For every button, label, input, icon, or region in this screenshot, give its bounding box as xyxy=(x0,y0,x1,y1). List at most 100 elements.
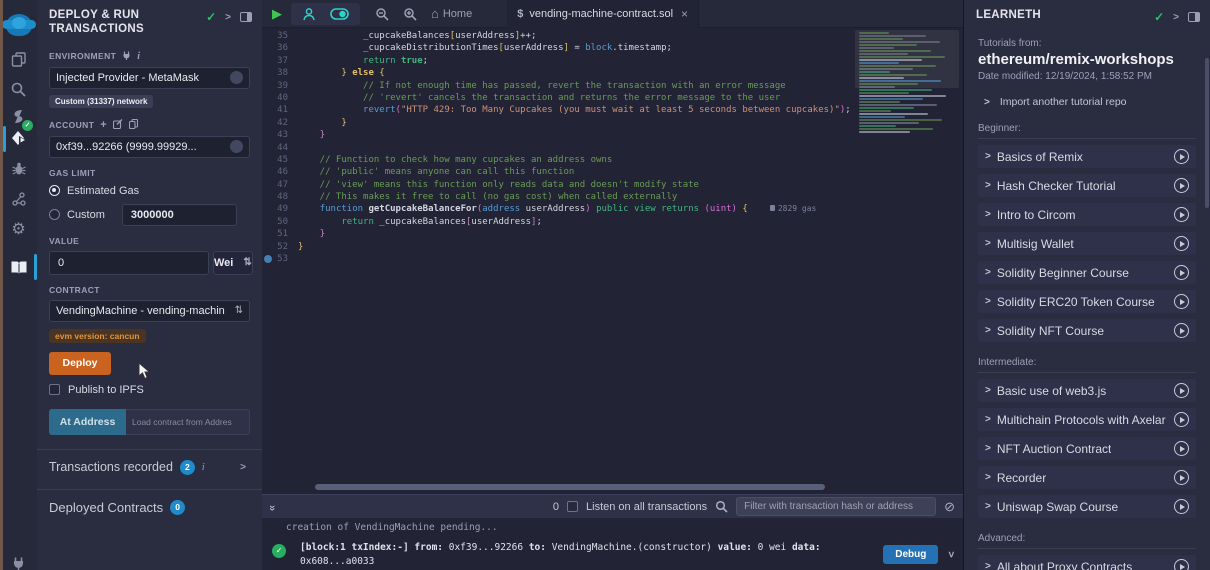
line-number[interactable]: 48 xyxy=(262,191,298,203)
start-tutorial-icon[interactable] xyxy=(1174,383,1189,398)
code-line[interactable]: 49 function getCupcakeBalanceFor(address… xyxy=(262,203,963,215)
expand-chevron-icon[interactable]: > xyxy=(985,561,991,570)
line-number[interactable]: 45 xyxy=(262,154,298,166)
line-number[interactable]: 47 xyxy=(262,179,298,191)
code-line[interactable]: 52} xyxy=(262,241,963,253)
line-number[interactable]: 44 xyxy=(262,142,298,154)
run-script-icon[interactable]: ▶ xyxy=(272,6,282,22)
code-line[interactable]: 46 // 'public' means anyone can call thi… xyxy=(262,166,963,178)
at-address-button[interactable]: At Address xyxy=(49,409,126,435)
line-number[interactable]: 52 xyxy=(262,241,298,253)
start-tutorial-icon[interactable] xyxy=(1174,207,1189,222)
line-number[interactable]: 35 xyxy=(262,30,298,42)
debug-button[interactable]: Debug xyxy=(883,545,938,564)
file-explorer-icon[interactable] xyxy=(0,44,37,74)
tutorial-item[interactable]: >Solidity ERC20 Token Course xyxy=(978,290,1196,313)
code-line[interactable]: 50 return _cupcakeBalances[userAddress]; xyxy=(262,216,963,228)
tutorial-item[interactable]: >Basics of Remix xyxy=(978,145,1196,168)
custom-gas-option[interactable]: Custom xyxy=(49,204,250,226)
line-number[interactable]: 36 xyxy=(262,42,298,54)
start-tutorial-icon[interactable] xyxy=(1174,236,1189,251)
expand-chevron-icon[interactable]: > xyxy=(985,414,991,425)
listen-all-checkbox[interactable] xyxy=(567,501,578,512)
transactions-recorded-row[interactable]: Transactions recorded 2 i > xyxy=(49,460,250,475)
solidity-analyzer-icon[interactable] xyxy=(0,184,37,214)
code-line[interactable]: 44 xyxy=(262,142,963,154)
account-select[interactable]: 0xf39...92266 (9999.99929... xyxy=(49,136,250,158)
sign-message-icon[interactable] xyxy=(113,119,123,131)
deploy-run-icon[interactable] xyxy=(0,124,37,154)
home-icon[interactable]: ⌂Home xyxy=(431,6,472,21)
horizontal-scrollbar[interactable] xyxy=(315,484,825,490)
learneth-scrollbar[interactable] xyxy=(1205,58,1209,208)
start-tutorial-icon[interactable] xyxy=(1174,470,1189,485)
debugger-icon[interactable] xyxy=(0,154,37,184)
line-number[interactable]: 42 xyxy=(262,117,298,129)
learneth-collapse-icon[interactable]: > xyxy=(1173,12,1179,23)
start-tutorial-icon[interactable] xyxy=(1174,323,1189,338)
add-account-icon[interactable]: + xyxy=(100,119,107,131)
zoom-in-icon[interactable] xyxy=(403,7,417,21)
transaction-filter-input[interactable] xyxy=(736,497,936,516)
tutorial-item[interactable]: >Uniswap Swap Course xyxy=(978,495,1196,518)
plugin-manager-icon[interactable] xyxy=(0,548,37,570)
import-tutorial-repo[interactable]: > Import another tutorial repo xyxy=(978,96,1196,108)
clear-console-icon[interactable]: ⊘ xyxy=(944,499,955,515)
tutorial-item[interactable]: >Multisig Wallet xyxy=(978,232,1196,255)
code-line[interactable]: 41 revert("HTTP 429: Too Many Cupcakes (… xyxy=(262,104,963,116)
tutorial-item[interactable]: >Basic use of web3.js xyxy=(978,379,1196,402)
tab-vending-machine-contract[interactable]: $ vending-machine-contract.sol × xyxy=(507,0,699,28)
pin-panel-icon[interactable] xyxy=(240,12,252,22)
env-info-icon[interactable]: i xyxy=(137,51,140,62)
code-line[interactable]: 40 // 'revert' cancels the transaction a… xyxy=(262,92,963,104)
learneth-pin-icon[interactable] xyxy=(1188,12,1200,22)
zoom-out-icon[interactable] xyxy=(375,7,389,21)
start-tutorial-icon[interactable] xyxy=(1174,294,1189,309)
code-line[interactable]: 47 // 'view' means this function only re… xyxy=(262,179,963,191)
env-plug-icon[interactable] xyxy=(122,51,131,62)
minimap[interactable] xyxy=(859,32,955,152)
start-tutorial-icon[interactable] xyxy=(1174,412,1189,427)
deploy-button[interactable]: Deploy xyxy=(49,352,111,375)
line-number[interactable]: 49 xyxy=(262,203,298,215)
estimated-gas-option[interactable]: Estimated Gas xyxy=(49,185,250,197)
start-tutorial-icon[interactable] xyxy=(1174,149,1189,164)
start-tutorial-icon[interactable] xyxy=(1174,441,1189,456)
tutorial-item[interactable]: >Solidity Beginner Course xyxy=(978,261,1196,284)
tutorial-item[interactable]: >Intro to Circom xyxy=(978,203,1196,226)
code-line[interactable]: 42 } xyxy=(262,117,963,129)
tab-close-icon[interactable]: × xyxy=(681,7,688,21)
tutorial-item[interactable]: >Solidity NFT Course xyxy=(978,319,1196,342)
publish-ipfs-row[interactable]: Publish to IPFS xyxy=(49,384,250,396)
tutorial-item[interactable]: >Multichain Protocols with Axelar xyxy=(978,408,1196,431)
start-tutorial-icon[interactable] xyxy=(1174,559,1189,570)
expand-chevron-icon[interactable]: > xyxy=(985,472,991,483)
start-tutorial-icon[interactable] xyxy=(1174,265,1189,280)
breakpoint-dot[interactable] xyxy=(264,255,272,263)
start-tutorial-icon[interactable] xyxy=(1174,499,1189,514)
expand-chevron-icon[interactable]: > xyxy=(985,238,991,249)
start-tutorial-icon[interactable] xyxy=(1174,178,1189,193)
line-number[interactable]: 40 xyxy=(262,92,298,104)
expand-chevron-icon[interactable]: > xyxy=(985,325,991,336)
environment-select[interactable]: Injected Provider - MetaMask xyxy=(49,67,250,89)
contract-select[interactable]: VendingMachine - vending-machin ⇅ xyxy=(49,300,250,322)
collapse-panel-icon[interactable]: > xyxy=(225,12,231,23)
at-address-input[interactable] xyxy=(126,409,250,435)
tutorial-item[interactable]: >NFT Auction Contract xyxy=(978,437,1196,460)
code-line[interactable]: 53 xyxy=(262,253,963,265)
code-editor[interactable]: 35 _cupcakeBalances[userAddress]++;36 _c… xyxy=(262,30,963,486)
line-number[interactable]: 53 xyxy=(262,253,298,265)
custom-gas-input[interactable] xyxy=(122,204,237,226)
copilot-user-icon[interactable] xyxy=(302,7,316,21)
deployed-contracts-row[interactable]: Deployed Contracts 0 xyxy=(49,500,250,515)
line-number[interactable]: 43 xyxy=(262,129,298,141)
line-number[interactable]: 41 xyxy=(262,104,298,116)
transactions-expand-icon[interactable]: > xyxy=(240,462,250,473)
expand-chevron-icon[interactable]: > xyxy=(985,296,991,307)
account-copy-icon[interactable] xyxy=(230,140,243,153)
tutorial-item[interactable]: >Recorder xyxy=(978,466,1196,489)
expand-chevron-icon[interactable]: > xyxy=(985,443,991,454)
expand-chevron-icon[interactable]: > xyxy=(985,385,991,396)
line-number[interactable]: 50 xyxy=(262,216,298,228)
